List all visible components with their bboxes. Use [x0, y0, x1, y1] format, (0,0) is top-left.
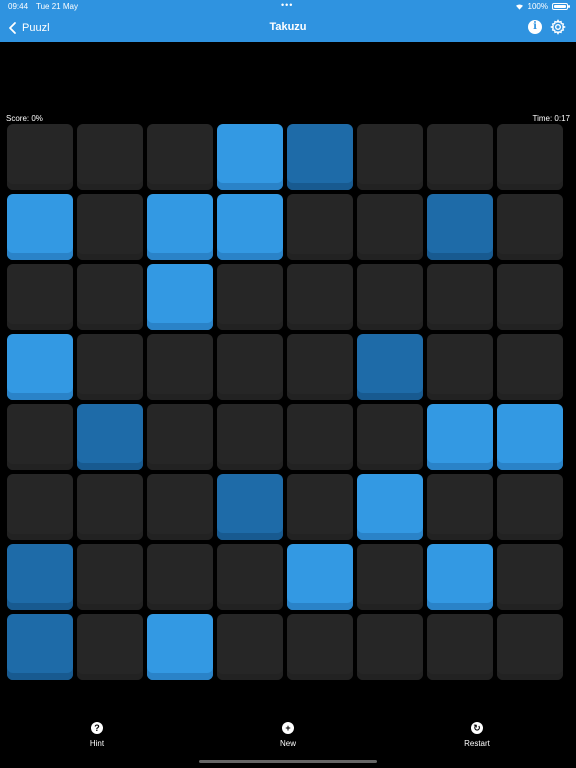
board-cell-r5c7[interactable]: [427, 404, 493, 470]
board-cell-r4c1[interactable]: [7, 334, 73, 400]
board-cell-r8c7[interactable]: [427, 614, 493, 680]
board-cell-r5c1[interactable]: [7, 404, 73, 470]
hint-button[interactable]: ? Hint: [57, 722, 137, 748]
board-cell-r7c1[interactable]: [7, 544, 73, 610]
status-date: Tue 21 May: [36, 2, 78, 11]
board-cell-r3c8[interactable]: [497, 264, 563, 330]
board-cell-r2c3[interactable]: [147, 194, 213, 260]
board-cell-r2c6[interactable]: [357, 194, 423, 260]
new-label: New: [279, 739, 296, 748]
board-cell-r5c3[interactable]: [147, 404, 213, 470]
board-cell-r8c1[interactable]: [7, 614, 73, 680]
restart-label: Restart: [464, 739, 490, 748]
hint-label: Hint: [89, 739, 105, 748]
board-cell-r5c8[interactable]: [497, 404, 563, 470]
time-label: Time: 0:17: [532, 114, 571, 123]
board-cell-r5c5[interactable]: [287, 404, 353, 470]
board-cell-r3c4[interactable]: [217, 264, 283, 330]
score-label: Score: 0%: [6, 114, 43, 123]
board-cell-r6c5[interactable]: [287, 474, 353, 540]
board-cell-r8c5[interactable]: [287, 614, 353, 680]
home-indicator: [199, 760, 377, 763]
board-cell-r7c4[interactable]: [217, 544, 283, 610]
battery-percent: 100%: [527, 2, 548, 11]
board-cell-r8c4[interactable]: [217, 614, 283, 680]
board-cell-r1c5[interactable]: [287, 124, 353, 190]
board-cell-r6c7[interactable]: [427, 474, 493, 540]
board-cell-r1c2[interactable]: [77, 124, 143, 190]
board-cell-r1c7[interactable]: [427, 124, 493, 190]
board-cell-r1c6[interactable]: [357, 124, 423, 190]
board-cell-r2c2[interactable]: [77, 194, 143, 260]
board-cell-r4c6[interactable]: [357, 334, 423, 400]
board-cell-r2c5[interactable]: [287, 194, 353, 260]
board-cell-r2c1[interactable]: [7, 194, 73, 260]
plus-icon: +: [282, 722, 294, 734]
board-cell-r6c1[interactable]: [7, 474, 73, 540]
board-cell-r1c3[interactable]: [147, 124, 213, 190]
board-cell-r6c3[interactable]: [147, 474, 213, 540]
battery-icon: [552, 3, 570, 10]
board-cell-r4c8[interactable]: [497, 334, 563, 400]
board-cell-r2c7[interactable]: [427, 194, 493, 260]
board-cell-r7c7[interactable]: [427, 544, 493, 610]
board-cell-r8c8[interactable]: [497, 614, 563, 680]
board-cell-r7c2[interactable]: [77, 544, 143, 610]
new-button[interactable]: + New: [248, 722, 328, 748]
game-board: [7, 124, 569, 684]
info-icon[interactable]: i: [528, 20, 542, 34]
question-icon: ?: [91, 722, 103, 734]
board-cell-r3c2[interactable]: [77, 264, 143, 330]
board-cell-r8c2[interactable]: [77, 614, 143, 680]
board-cell-r6c2[interactable]: [77, 474, 143, 540]
board-cell-r5c4[interactable]: [217, 404, 283, 470]
board-cell-r4c3[interactable]: [147, 334, 213, 400]
nav-bar: 09:44 Tue 21 May ••• 100% Puuzl Takuzu i: [0, 0, 576, 42]
board-cell-r3c3[interactable]: [147, 264, 213, 330]
board-cell-r3c1[interactable]: [7, 264, 73, 330]
board-cell-r3c6[interactable]: [357, 264, 423, 330]
gear-icon[interactable]: [550, 19, 566, 35]
board-cell-r1c8[interactable]: [497, 124, 563, 190]
board-cell-r2c8[interactable]: [497, 194, 563, 260]
restart-button[interactable]: ↻ Restart: [437, 722, 517, 748]
board-cell-r6c6[interactable]: [357, 474, 423, 540]
board-cell-r8c6[interactable]: [357, 614, 423, 680]
board-cell-r1c1[interactable]: [7, 124, 73, 190]
multitasking-dots-icon[interactable]: •••: [281, 0, 293, 10]
page-title: Takuzu: [269, 21, 307, 33]
status-indicators: 100%: [515, 2, 570, 11]
board-cell-r6c4[interactable]: [217, 474, 283, 540]
board-cell-r4c7[interactable]: [427, 334, 493, 400]
board-cell-r4c5[interactable]: [287, 334, 353, 400]
board-cell-r5c2[interactable]: [77, 404, 143, 470]
board-cell-r4c4[interactable]: [217, 334, 283, 400]
board-cell-r2c4[interactable]: [217, 194, 283, 260]
board-cell-r7c3[interactable]: [147, 544, 213, 610]
status-time: 09:44: [8, 2, 29, 11]
board-cell-r3c7[interactable]: [427, 264, 493, 330]
board-cell-r8c3[interactable]: [147, 614, 213, 680]
board-cell-r7c6[interactable]: [357, 544, 423, 610]
wifi-icon: [515, 4, 523, 10]
board-cell-r1c4[interactable]: [217, 124, 283, 190]
restart-icon: ↻: [471, 722, 483, 734]
board-cell-r5c6[interactable]: [357, 404, 423, 470]
board-cell-r7c8[interactable]: [497, 544, 563, 610]
board-cell-r3c5[interactable]: [287, 264, 353, 330]
board-cell-r4c2[interactable]: [77, 334, 143, 400]
board-cell-r7c5[interactable]: [287, 544, 353, 610]
board-cell-r6c8[interactable]: [497, 474, 563, 540]
